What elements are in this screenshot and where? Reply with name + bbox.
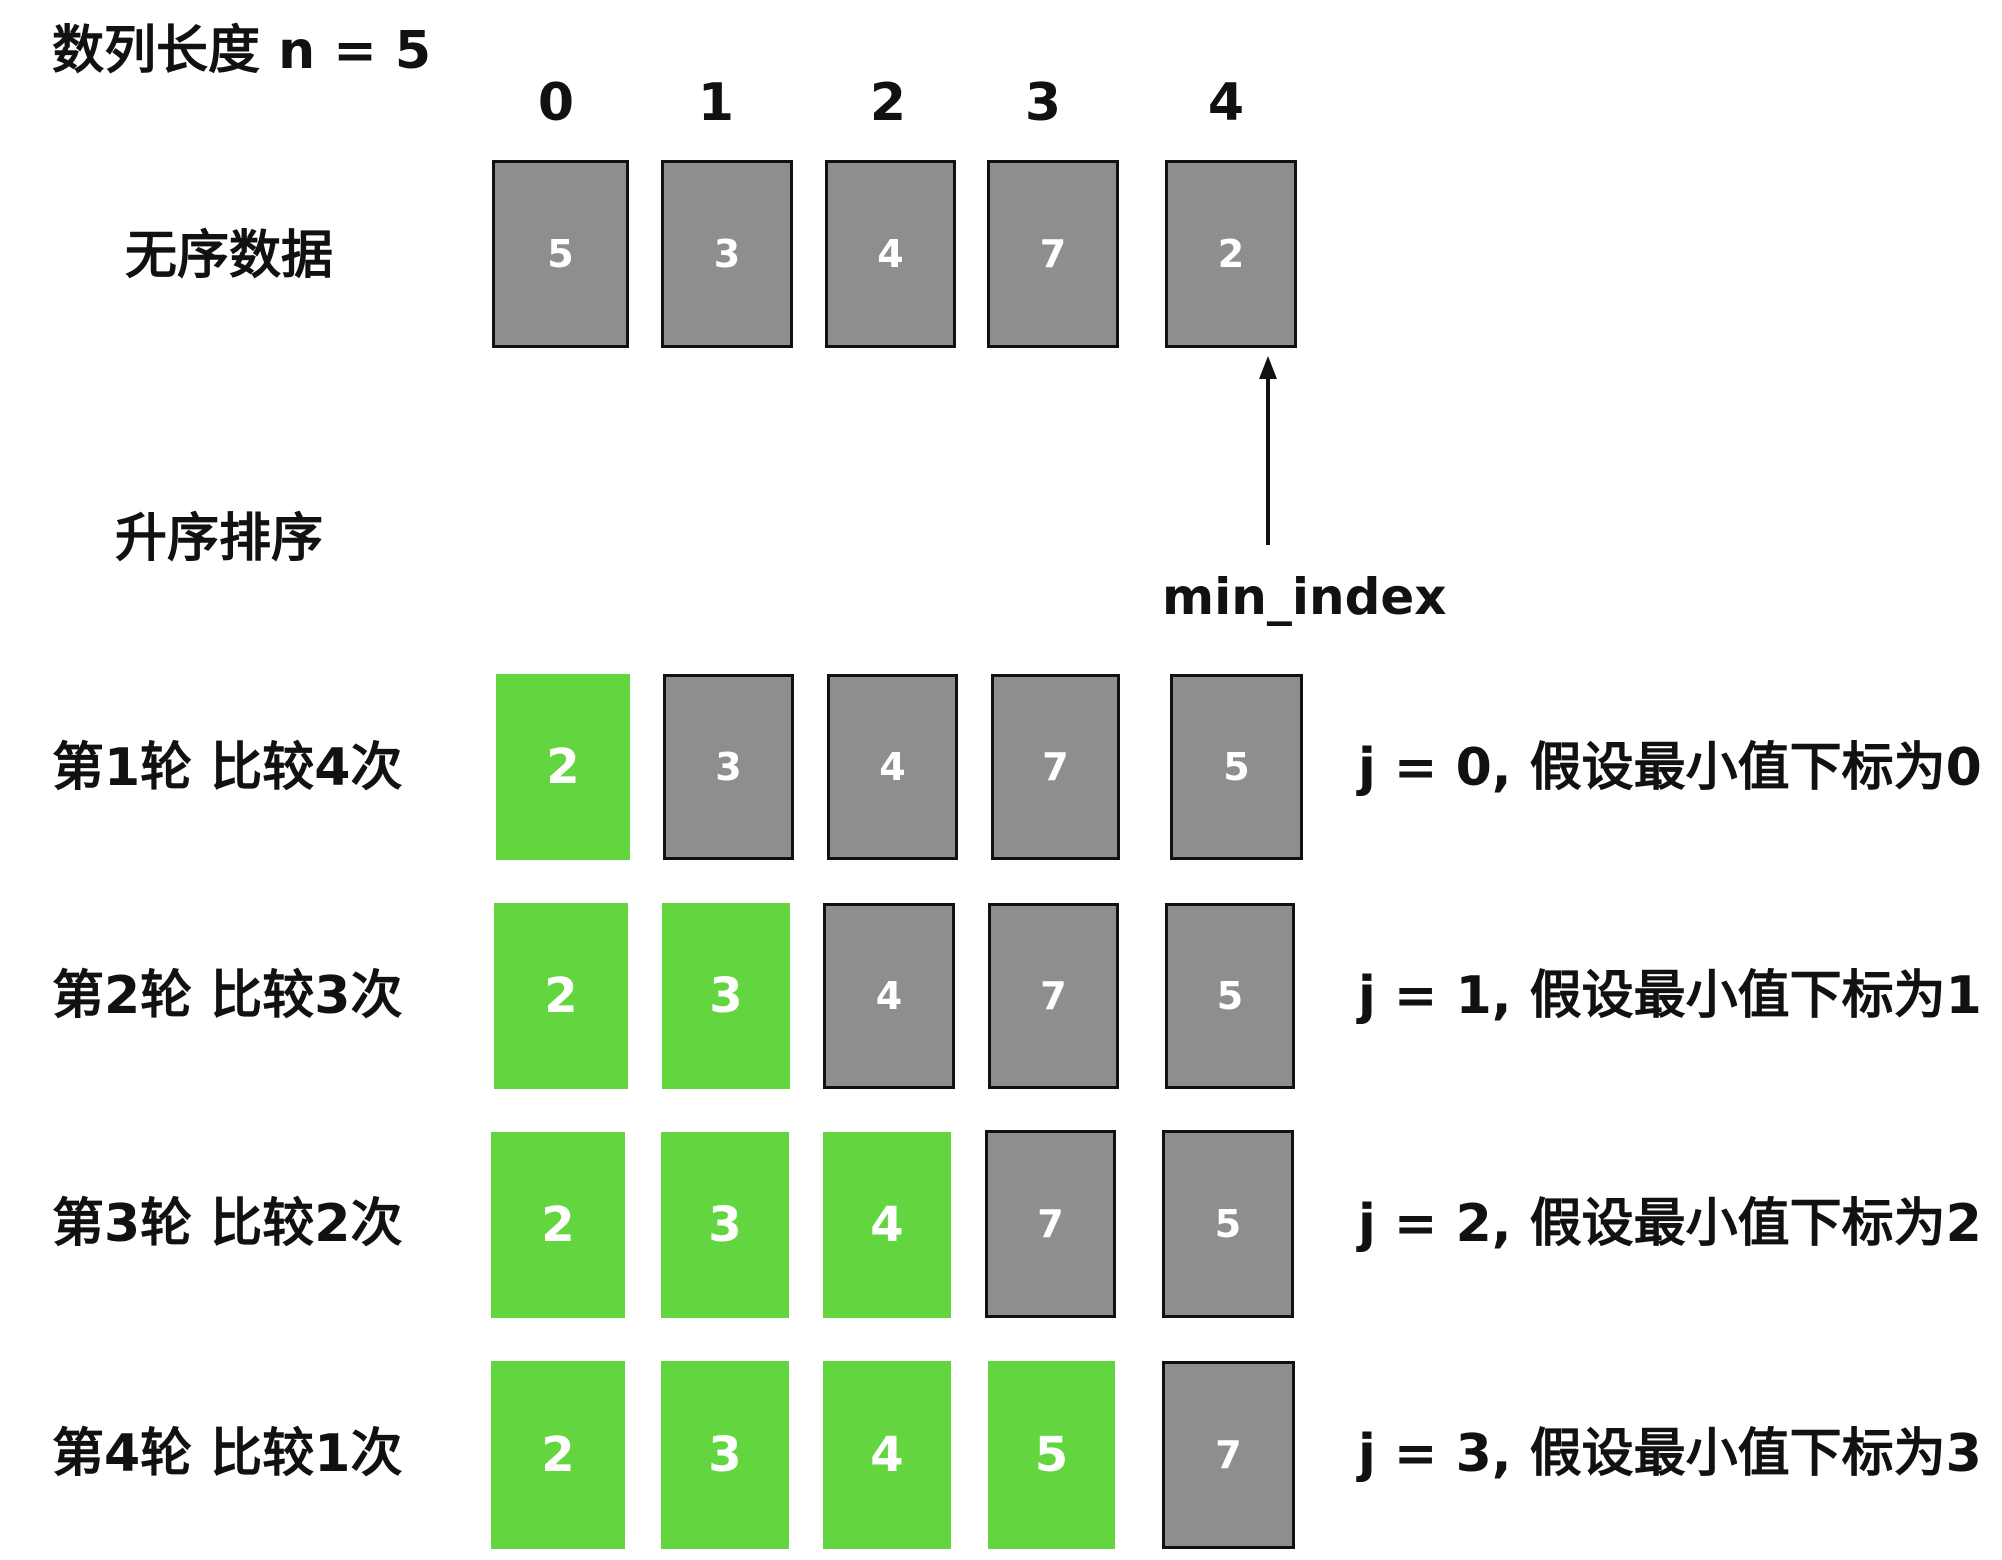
round-label: 第2轮 比较3次	[52, 966, 403, 1026]
round-cell: 2	[491, 1361, 625, 1549]
round-cell: 3	[663, 674, 794, 860]
round-cell: 4	[823, 903, 955, 1089]
round-cell: 7	[1162, 1361, 1295, 1549]
round-cell: 5	[988, 1361, 1115, 1549]
round-cell: 4	[823, 1361, 951, 1549]
round-label: 第1轮 比较4次	[52, 738, 403, 798]
round-cell: 3	[662, 903, 790, 1089]
round-label: 第3轮 比较2次	[52, 1194, 403, 1254]
round-cell: 2	[491, 1132, 625, 1318]
round-cell: 4	[827, 674, 958, 860]
round-cell: 2	[496, 674, 630, 860]
sort-label: 升序排序	[115, 509, 324, 569]
round-cell: 5	[1170, 674, 1303, 860]
round-note: j = 3, 假设最小值下标为3	[1358, 1424, 1982, 1484]
round-note: j = 0, 假设最小值下标为0	[1358, 738, 1982, 798]
round-cell: 7	[991, 674, 1120, 860]
round-cell: 5	[1162, 1130, 1294, 1318]
round-label: 第4轮 比较1次	[52, 1424, 403, 1484]
round-cell: 3	[661, 1132, 789, 1318]
round-cell: 4	[823, 1132, 951, 1318]
round-cell: 2	[494, 903, 628, 1089]
round-note: j = 2, 假设最小值下标为2	[1358, 1194, 1982, 1254]
round-cell: 7	[988, 903, 1119, 1089]
round-cell: 3	[661, 1361, 789, 1549]
round-cell: 7	[985, 1130, 1116, 1318]
round-cell: 5	[1165, 903, 1295, 1089]
min-index-label: min_index	[1162, 568, 1447, 626]
arrow-head	[1259, 356, 1277, 379]
round-note: j = 1, 假设最小值下标为1	[1358, 966, 1982, 1026]
